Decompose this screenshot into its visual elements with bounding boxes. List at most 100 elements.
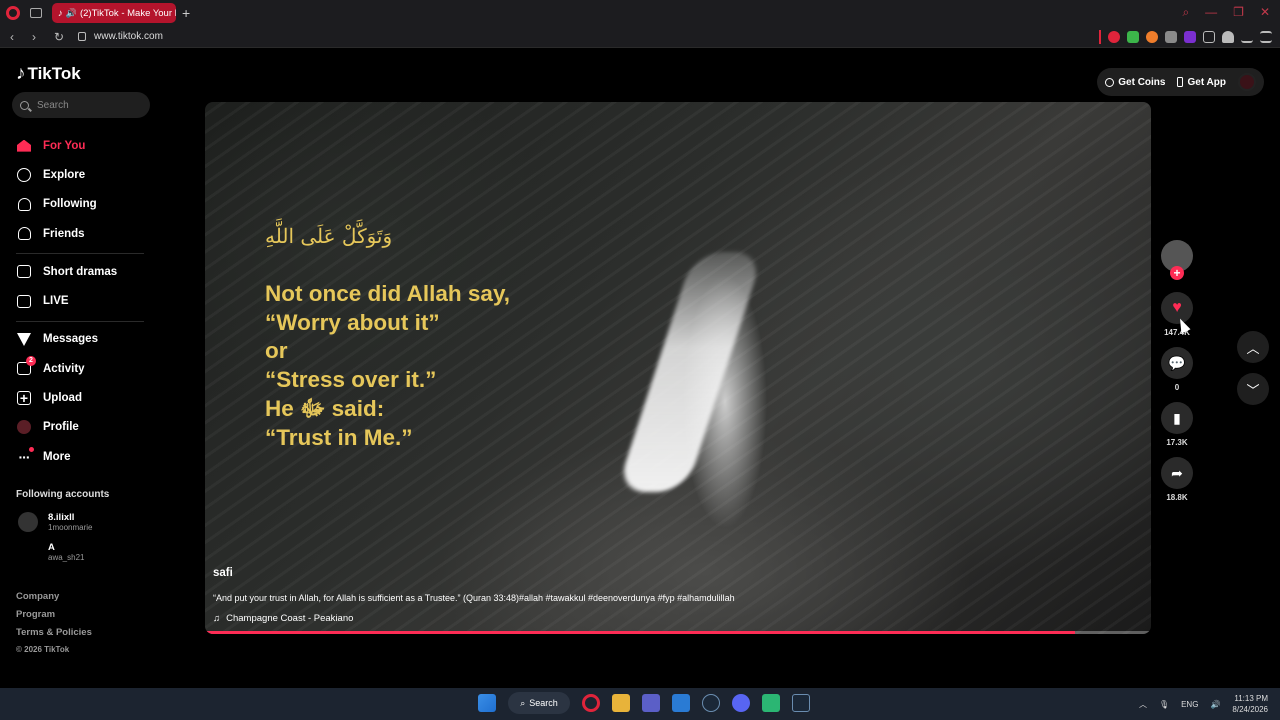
video-player[interactable]: وَتَوَكَّلْ عَلَى اللَّهِ Not once did A… <box>205 102 1151 634</box>
account-icon[interactable] <box>1222 31 1234 43</box>
video-actions: + ♥ 147.4K 💬 0 ▮ 17.3K ➦ 18.8K <box>1160 240 1194 512</box>
puzzle-icon[interactable] <box>1203 31 1215 43</box>
search-input[interactable]: Search <box>12 92 150 118</box>
sidebar-item-live[interactable]: LIVE <box>16 286 146 315</box>
sidebar-item-following[interactable]: Following <box>16 190 146 219</box>
chevron-up-icon[interactable]: ︿ <box>1139 699 1147 710</box>
download-icon[interactable] <box>1241 31 1253 43</box>
back-icon[interactable]: ‹ <box>10 30 22 44</box>
search-icon: ⌕ <box>520 697 526 708</box>
extension-icon[interactable] <box>1184 31 1196 43</box>
video-author[interactable]: safi <box>213 567 1143 579</box>
system-tray: ︿ 🎙 ENG 🔊 11:13 PM 8/24/2026 <box>1139 688 1268 720</box>
sidebar-item-label: Upload <box>43 392 82 405</box>
opera-taskbar-icon[interactable] <box>582 694 600 712</box>
video-description: “And put your trust in Allah, for Allah … <box>213 593 735 603</box>
teams-icon[interactable] <box>642 694 660 712</box>
bookmark-icon: ▮ <box>1173 409 1181 426</box>
lock-icon[interactable] <box>78 32 86 41</box>
sidebar-item-activity[interactable]: 2 Activity <box>16 354 146 383</box>
share-button[interactable]: ➦ <box>1161 457 1193 489</box>
steam-icon[interactable] <box>792 694 810 712</box>
sidebar-item-more[interactable]: ··· More <box>16 442 146 471</box>
profile-avatar[interactable] <box>1238 73 1256 91</box>
extension-icon[interactable] <box>1127 31 1139 43</box>
account-handle: awa_sh21 <box>48 553 85 562</box>
taskbar-search-button[interactable]: ⌕ Search <box>508 692 570 714</box>
creator-avatar[interactable]: + <box>1161 240 1193 280</box>
reload-icon[interactable]: ↻ <box>54 30 66 44</box>
sidebar-item-friends[interactable]: Friends <box>16 219 146 248</box>
avatar <box>18 542 38 562</box>
music-info[interactable]: ♫ Champagne Coast - Peakiano <box>213 613 1143 624</box>
tiktok-logo[interactable]: ♪ TikTok <box>16 63 81 85</box>
upload-icon: + <box>16 390 32 406</box>
quote-line: Not once did Allah say, <box>265 281 511 306</box>
sidebar-item-short-dramas[interactable]: Short dramas <box>16 257 146 286</box>
sidebar-item-for-you[interactable]: For You <box>16 131 146 160</box>
extension-icon[interactable] <box>1146 31 1158 43</box>
sidebar-item-upload[interactable]: + Upload <box>16 383 146 412</box>
video-progress-bar[interactable] <box>205 631 1151 634</box>
restore-icon[interactable]: ❐ <box>1233 5 1244 20</box>
following-account[interactable]: A awa_sh21 <box>18 542 84 562</box>
extension-icon[interactable] <box>1108 31 1120 43</box>
profile-icon <box>16 419 32 435</box>
quote-line: or <box>265 338 288 364</box>
clock[interactable]: 11:13 PM 8/24/2026 <box>1232 693 1268 715</box>
header-actions: Get Coins Get App <box>1097 68 1264 96</box>
tab-switcher-icon[interactable] <box>30 8 42 18</box>
follow-plus-icon[interactable]: + <box>1170 266 1184 280</box>
close-icon[interactable]: ✕ <box>1260 5 1270 20</box>
forward-icon[interactable]: › <box>32 30 44 44</box>
get-app-button[interactable]: Get App <box>1177 77 1226 88</box>
file-explorer-icon[interactable] <box>612 694 630 712</box>
quote-line: “Trust in Me.” <box>265 424 413 450</box>
account-name: 8.ilixll <box>48 512 75 523</box>
volume-icon[interactable]: 🔊 <box>1210 700 1220 709</box>
footer-link-terms[interactable]: Terms & Policies <box>16 627 92 645</box>
sidebar-item-profile[interactable]: Profile <box>16 413 146 442</box>
url-field[interactable]: www.tiktok.com <box>94 31 163 42</box>
extension-icon[interactable] <box>1165 31 1177 43</box>
save-count: 17.3K <box>1166 438 1188 447</box>
microphone-icon[interactable]: 🎙 <box>1159 700 1169 709</box>
speaker-icon[interactable]: 🔊 <box>66 8 77 19</box>
opera-logo-icon[interactable] <box>6 6 20 20</box>
coin-icon <box>1105 77 1115 87</box>
music-title: Champagne Coast - Peakiano <box>226 613 354 624</box>
previous-video-button[interactable]: ︿ <box>1237 331 1269 363</box>
language-indicator[interactable]: ENG <box>1181 700 1198 709</box>
comment-button[interactable]: 💬 <box>1161 347 1193 379</box>
extensions-bar <box>1099 30 1272 44</box>
tiktok-note-icon: ♪ <box>16 63 26 84</box>
footer-link-company[interactable]: Company <box>16 591 92 609</box>
more-icon: ··· <box>16 446 34 465</box>
sidebar-item-messages[interactable]: Messages <box>16 325 146 354</box>
browser-tab-tiktok[interactable]: ♪ 🔊 (2)TikTok - Make Your Day <box>52 3 176 23</box>
quote-overlay: Not once did Allah say, “Worry about it”… <box>265 280 510 452</box>
get-coins-button[interactable]: Get Coins <box>1105 77 1165 88</box>
sidebar-item-label: For You <box>43 139 86 152</box>
mail-icon[interactable] <box>672 694 690 712</box>
discord-icon[interactable] <box>732 694 750 712</box>
sidebar-item-label: LIVE <box>43 295 69 308</box>
sidebar-item-explore[interactable]: Explore <box>16 160 146 189</box>
compass-icon <box>16 167 32 183</box>
menu-icon[interactable] <box>1260 31 1272 43</box>
share-count: 18.8K <box>1166 493 1188 502</box>
save-button[interactable]: ▮ <box>1161 402 1193 434</box>
footer-links: Company Program Terms & Policies © 2026 … <box>16 591 92 663</box>
footer-link-program[interactable]: Program <box>16 609 92 627</box>
chat-app-icon[interactable] <box>762 694 780 712</box>
avatar <box>18 512 38 532</box>
chevron-down-icon: ﹀ <box>1246 382 1260 398</box>
comment-count: 0 <box>1174 383 1180 392</box>
minimize-icon[interactable]: — <box>1205 5 1217 20</box>
new-tab-button[interactable]: + <box>182 5 190 21</box>
following-account[interactable]: 8.ilixll 1moonmarie <box>18 512 92 532</box>
windows-start-icon[interactable] <box>478 694 496 712</box>
steam-icon[interactable] <box>702 694 720 712</box>
next-video-button[interactable]: ﹀ <box>1237 373 1269 405</box>
search-tabs-icon[interactable]: ⌕ <box>1182 5 1189 20</box>
